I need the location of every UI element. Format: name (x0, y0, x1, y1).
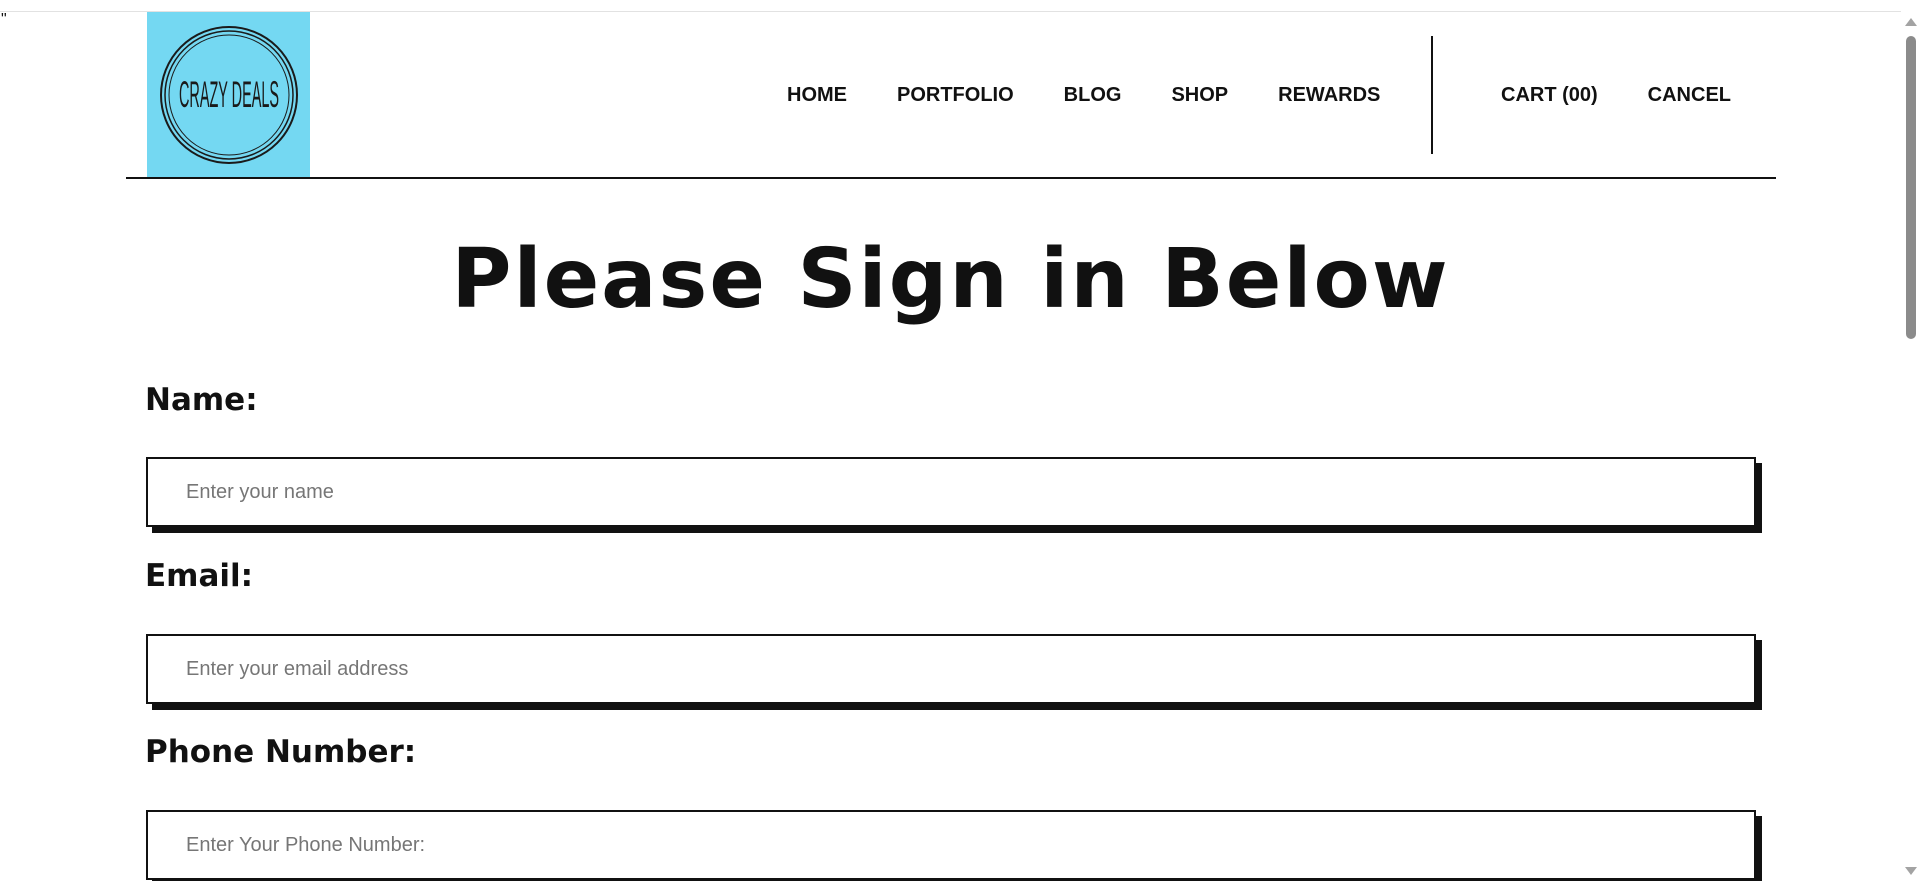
name-input[interactable] (146, 457, 1756, 527)
page-title: Please Sign in Below (451, 232, 1450, 327)
nav-home[interactable]: HOME (787, 82, 847, 108)
phone-input[interactable] (146, 810, 1756, 880)
nav-shop[interactable]: SHOP (1171, 82, 1228, 108)
nav-blog[interactable]: BLOG (1064, 82, 1122, 108)
vertical-scrollbar[interactable] (1901, 12, 1920, 881)
email-input[interactable] (146, 634, 1756, 704)
logo-emblem-icon: CRAZY DEALS (160, 26, 298, 164)
nav-portfolio[interactable]: PORTFOLIO (897, 82, 1014, 108)
nav-divider (1431, 36, 1433, 154)
nav-actions: CART (00) CANCEL (1501, 82, 1731, 108)
scroll-down-arrow-icon[interactable] (1905, 867, 1917, 875)
phone-label: Phone Number: (145, 734, 417, 770)
scroll-up-arrow-icon[interactable] (1905, 18, 1917, 26)
browser-top-edge (0, 0, 1901, 12)
cancel-link[interactable]: CANCEL (1648, 82, 1731, 108)
cart-link[interactable]: CART (00) (1501, 82, 1598, 108)
logo-text: CRAZY DEALS (179, 74, 279, 116)
scroll-thumb[interactable] (1906, 36, 1916, 339)
main-nav: HOME PORTFOLIO BLOG SHOP REWARDS (787, 82, 1430, 108)
nav-rewards[interactable]: REWARDS (1278, 82, 1380, 108)
site-header: CRAZY DEALS HOME PORTFOLIO BLOG SHOP REW… (126, 12, 1776, 179)
email-label: Email: (145, 558, 254, 594)
page: CRAZY DEALS HOME PORTFOLIO BLOG SHOP REW… (0, 12, 1901, 881)
name-label: Name: (145, 382, 258, 418)
logo[interactable]: CRAZY DEALS (147, 12, 310, 177)
